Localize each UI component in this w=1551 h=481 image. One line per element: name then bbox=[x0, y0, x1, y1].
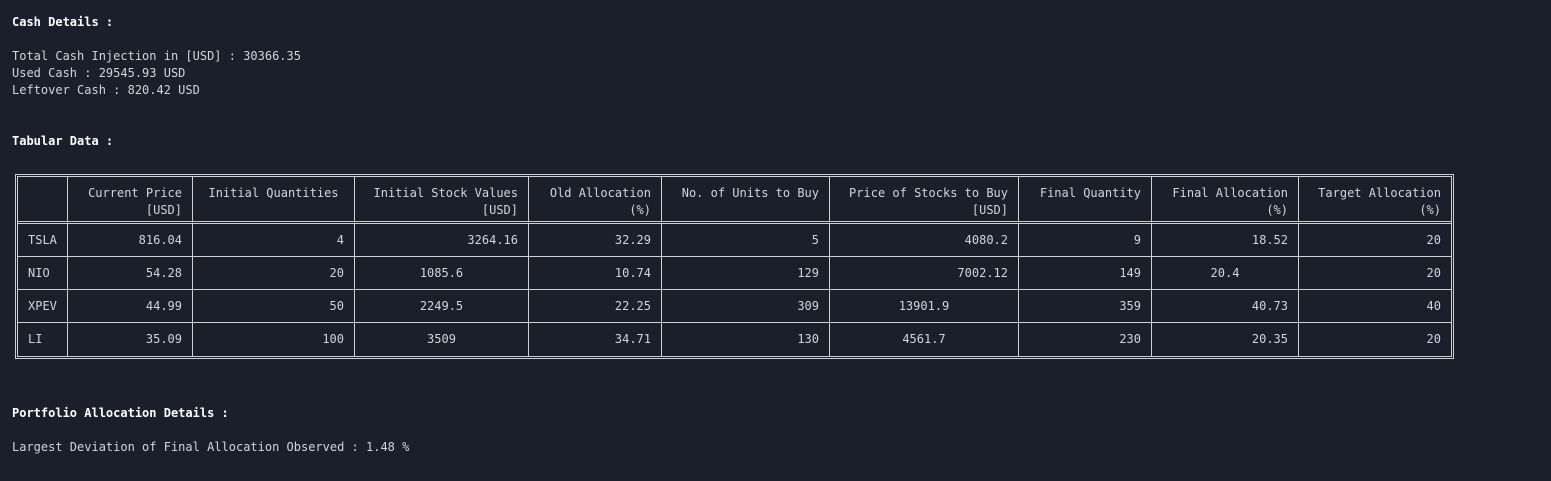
cell-initial-quantity: 100 bbox=[193, 323, 355, 356]
cell-final-quantity: 9 bbox=[1019, 224, 1152, 257]
cell-initial-stock-value: 3509 bbox=[355, 323, 529, 356]
cell-price-of-stocks-to-buy: 4080.2 bbox=[830, 224, 1019, 257]
cell-current-price: 816.04 bbox=[68, 224, 193, 257]
cash-details-heading: Cash Details : bbox=[12, 15, 114, 29]
col-header-initial-quantities: Initial Quantities bbox=[193, 177, 355, 224]
cell-units-to-buy: 5 bbox=[662, 224, 830, 257]
col-header-units-to-buy: No. of Units to Buy bbox=[662, 177, 830, 224]
col-header-target-allocation: Target Allocation (%) bbox=[1299, 177, 1451, 224]
col-header-current-price: Current Price [USD] bbox=[68, 177, 193, 224]
cell-units-to-buy: 129 bbox=[662, 257, 830, 290]
portfolio-section: Portfolio Allocation Details : Largest D… bbox=[12, 405, 409, 456]
cell-initial-stock-value: 3264.16 bbox=[355, 224, 529, 257]
tabular-data-heading: Tabular Data : bbox=[12, 134, 114, 148]
cell-initial-stock-value: 1085.6 bbox=[355, 257, 529, 290]
cell-units-to-buy: 130 bbox=[662, 323, 830, 356]
cell-target-allocation: 20 bbox=[1299, 224, 1451, 257]
cell-old-allocation: 32.29 bbox=[529, 224, 662, 257]
cell-final-quantity: 359 bbox=[1019, 290, 1152, 323]
cell-current-price: 44.99 bbox=[68, 290, 193, 323]
cell-old-allocation: 22.25 bbox=[529, 290, 662, 323]
col-header-symbol bbox=[18, 177, 68, 224]
cell-symbol: TSLA bbox=[18, 224, 68, 257]
cell-final-allocation: 40.73 bbox=[1152, 290, 1299, 323]
cell-symbol: XPEV bbox=[18, 290, 68, 323]
table-header-row: Current Price [USD] Initial Quantities In… bbox=[18, 177, 1451, 224]
cell-initial-stock-value: 2249.5 bbox=[355, 290, 529, 323]
col-header-final-allocation: Final Allocation (%) bbox=[1152, 177, 1299, 224]
col-header-old-allocation: Old Allocation (%) bbox=[529, 177, 662, 224]
cell-final-quantity: 230 bbox=[1019, 323, 1152, 356]
cell-target-allocation: 20 bbox=[1299, 257, 1451, 290]
cell-final-quantity: 149 bbox=[1019, 257, 1152, 290]
leftover-cash-line: Leftover Cash : 820.42 USD bbox=[12, 83, 200, 97]
terminal-output: Cash Details : Total Cash Injection in [… bbox=[12, 14, 1532, 150]
table-row: XPEV 44.99 50 2249.5 22.25 309 13901.9 3… bbox=[18, 290, 1451, 323]
table-row: TSLA 816.04 4 3264.16 32.29 5 4080.2 9 1… bbox=[18, 224, 1451, 257]
cell-symbol: LI bbox=[18, 323, 68, 356]
cell-current-price: 54.28 bbox=[68, 257, 193, 290]
cell-current-price: 35.09 bbox=[68, 323, 193, 356]
total-cash-injection-line: Total Cash Injection in [USD] : 30366.35 bbox=[12, 49, 301, 63]
allocation-table-wrap: Current Price [USD] Initial Quantities In… bbox=[15, 174, 1454, 359]
cell-initial-quantity: 20 bbox=[193, 257, 355, 290]
cell-final-allocation: 18.52 bbox=[1152, 224, 1299, 257]
table-row: NIO 54.28 20 1085.6 10.74 129 7002.12 14… bbox=[18, 257, 1451, 290]
cell-symbol: NIO bbox=[18, 257, 68, 290]
cell-target-allocation: 40 bbox=[1299, 290, 1451, 323]
portfolio-allocation-heading: Portfolio Allocation Details : bbox=[12, 406, 229, 420]
cell-price-of-stocks-to-buy: 13901.9 bbox=[830, 290, 1019, 323]
cell-target-allocation: 20 bbox=[1426, 332, 1441, 346]
cell-price-of-stocks-to-buy: 4561.7 bbox=[830, 323, 1019, 356]
col-header-final-quantity: Final Quantity bbox=[1019, 177, 1152, 224]
cell-price-of-stocks-to-buy: 7002.12 bbox=[830, 257, 1019, 290]
cell-old-allocation: 34.71 bbox=[529, 323, 662, 356]
cell-initial-quantity: 4 bbox=[193, 224, 355, 257]
col-header-price-of-stocks-to-buy: Price of Stocks to Buy [USD] bbox=[830, 177, 1019, 224]
cell-final-allocation: 20.4 bbox=[1152, 257, 1299, 290]
largest-deviation-line: Largest Deviation of Final Allocation Ob… bbox=[12, 440, 410, 454]
allocation-table: Current Price [USD] Initial Quantities In… bbox=[15, 174, 1454, 359]
col-header-initial-stock-values: Initial Stock Values [USD] bbox=[355, 177, 529, 224]
table-row: LI 35.09 100 3509 34.71 130 4561.7 230 2… bbox=[18, 323, 1451, 356]
cell-final-allocation: 20.35 bbox=[1152, 323, 1299, 356]
cell-initial-quantity: 50 bbox=[193, 290, 355, 323]
cell-units-to-buy: 309 bbox=[662, 290, 830, 323]
used-cash-line: Used Cash : 29545.93 USD bbox=[12, 66, 186, 80]
cell-old-allocation: 10.74 bbox=[529, 257, 662, 290]
